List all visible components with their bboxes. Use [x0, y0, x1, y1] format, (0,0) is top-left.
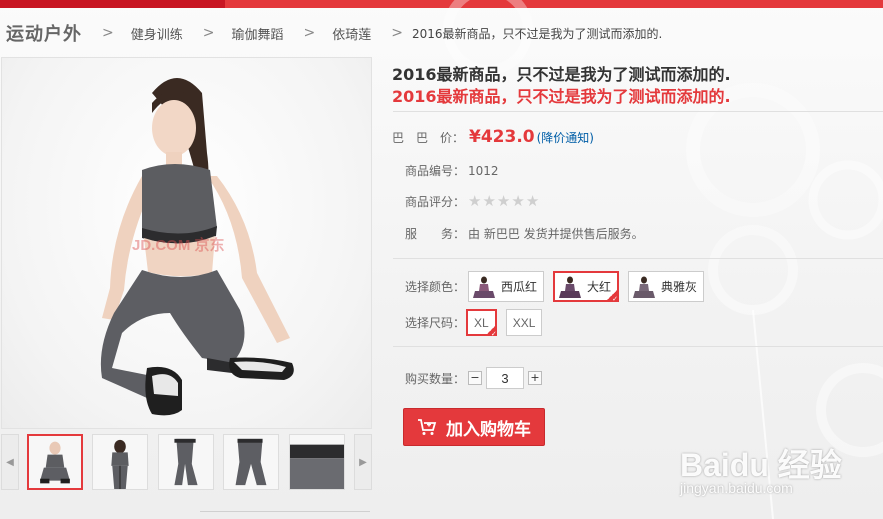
breadcrumb-item-fitness[interactable]: 健身训练 [131, 24, 183, 43]
divider [393, 111, 883, 112]
thumbnail-next-button[interactable]: ▶ [354, 434, 372, 490]
divider [393, 346, 883, 347]
color-option-watermelon-red[interactable]: 西瓜红 [468, 271, 545, 302]
color-option-label: 西瓜红 [501, 280, 538, 294]
service-row: 服 务： 由 新巴巴 发货并提供售后服务。 [405, 225, 644, 242]
breadcrumb-item-yoga[interactable]: 瑜伽舞蹈 [231, 24, 283, 43]
product-main-image[interactable]: JD.COM 京东 [1, 57, 372, 429]
thumbnail-strip: ◀ ▶ [1, 434, 373, 492]
rating-stars: ★ ★ ★ ★ ★ [468, 194, 539, 209]
sku-row: 商品编号： 1012 [405, 162, 499, 179]
model-thumbnail-icon [473, 276, 495, 298]
rating-label: 商品评分： [405, 195, 466, 209]
thumbnail-figure [235, 438, 267, 486]
quantity-row: 购买数量： − + [405, 367, 542, 389]
price-row: 巴 巴 价： ¥423.0 (降价通知) [392, 127, 594, 147]
breadcrumb-separator: > [202, 25, 215, 41]
product-title: 2016最新商品，只不过是我为了测试而添加的. [392, 65, 731, 84]
breadcrumb-separator: > [303, 25, 316, 41]
top-accent-bar [0, 0, 883, 8]
selected-check-icon [484, 324, 497, 338]
color-label: 选择颜色： [405, 280, 466, 294]
quantity-input[interactable] [486, 367, 524, 389]
sku-value: 1012 [468, 163, 499, 178]
breadcrumb-item-current: 2016最新商品，只不过是我为了测试而添加的. [411, 26, 663, 41]
selected-check-icon [606, 289, 619, 303]
service-label: 服 务： [405, 227, 466, 241]
thumbnail-figure [174, 438, 198, 486]
quantity-label: 购买数量： [405, 371, 466, 386]
color-row: 选择颜色： 西瓜红 大红 典雅灰 [405, 271, 713, 303]
add-to-cart-button[interactable]: 加入购物车 [403, 408, 545, 446]
thumbnail-3[interactable] [158, 434, 214, 490]
price-value: ¥423.0 [469, 127, 535, 147]
thumbnail-1[interactable] [27, 434, 83, 490]
size-option-xl[interactable]: XL [466, 309, 497, 338]
service-value: 由 新巴巴 发货并提供售后服务。 [468, 227, 644, 241]
size-label: 选择尺码： [405, 316, 466, 330]
cart-plus-icon [418, 419, 437, 435]
thumbnail-figure [290, 444, 344, 489]
star-icon: ★ [496, 192, 511, 210]
quantity-decrease-button[interactable]: − [468, 371, 482, 385]
top-accent-bar-dark [0, 0, 225, 8]
star-icon: ★ [468, 192, 482, 210]
chevron-left-icon: ◀ [6, 456, 14, 468]
rating-row: 商品评分： ★ ★ ★ ★ ★ [405, 193, 539, 210]
thumbnail-5[interactable] [289, 434, 345, 490]
divider [393, 258, 883, 259]
color-option-red[interactable]: 大红 [553, 271, 620, 303]
thumbnail-4[interactable] [223, 434, 279, 490]
model-thumbnail-icon [559, 276, 582, 298]
breadcrumb-root[interactable]: 运动户外 [6, 20, 82, 46]
breadcrumb: 运动户外 > 健身训练 > 瑜伽舞蹈 > 依琦莲 > 2016最新商品，只不过是… [6, 18, 662, 48]
image-divider [200, 511, 370, 512]
size-option-xxl[interactable]: XXL [505, 309, 543, 336]
chevron-right-icon: ▶ [359, 456, 367, 468]
add-to-cart-label: 加入购物车 [446, 419, 531, 440]
quantity-increase-button[interactable]: + [528, 371, 542, 385]
thumbnail-figure [40, 441, 70, 484]
price-label: 巴 巴 价： [392, 130, 465, 145]
product-subtitle: 2016最新商品，只不过是我为了测试而添加的. [392, 87, 731, 106]
color-option-label: 典雅灰 [661, 280, 698, 294]
sku-label: 商品编号： [405, 164, 466, 178]
star-icon: ★ [511, 192, 525, 210]
breadcrumb-item-brand[interactable]: 依琦莲 [332, 24, 371, 43]
selected-check-wrap [484, 323, 497, 338]
breadcrumb-separator: > [391, 25, 403, 41]
thumbnail-prev-button[interactable]: ◀ [1, 434, 19, 490]
jd-watermark: JD.COM 京东 [132, 237, 225, 254]
baidu-watermark-url: jingyan.baidu.com [680, 480, 793, 496]
thumbnail-2[interactable] [92, 434, 148, 490]
price-notice-link[interactable]: (降价通知) [537, 129, 594, 146]
size-option-label: XXL [512, 315, 536, 330]
star-icon: ★ [525, 192, 540, 210]
breadcrumb-separator: > [102, 25, 114, 41]
model-thumbnail-icon [633, 276, 656, 298]
size-row: 选择尺码： XL XXL [405, 309, 551, 338]
color-option-elegant-grey[interactable]: 典雅灰 [628, 271, 705, 302]
thumbnail-figure [111, 439, 129, 489]
star-icon: ★ [482, 192, 496, 210]
